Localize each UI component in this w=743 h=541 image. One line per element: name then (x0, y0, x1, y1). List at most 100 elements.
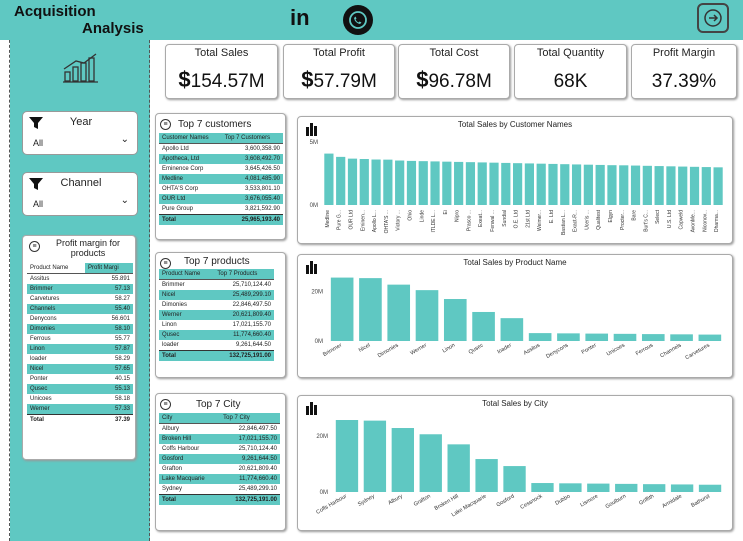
x-tick-label: Linon (442, 343, 457, 355)
menu-icon[interactable]: ≡ (160, 258, 171, 269)
table-row[interactable]: Pure Group 3,821,592.90 (159, 204, 283, 215)
bar (524, 163, 534, 205)
bar (615, 483, 638, 492)
bar-chart-icon (306, 261, 317, 274)
icon-bar (306, 406, 309, 415)
table-row[interactable]: Coffs Harbour 25,710,124.40 (159, 444, 280, 454)
bar (406, 160, 417, 205)
bar (443, 299, 467, 341)
column-header[interactable]: Top 7 Customers (221, 133, 283, 144)
table-row[interactable]: Apollo Ltd 3,600,358.90 (159, 144, 283, 155)
chevron-down-icon[interactable]: ⌄ (121, 195, 129, 206)
table-row[interactable]: Sydney 25,489,299.10 (159, 484, 280, 495)
top-city-card: ≡ Top 7 City City Top 7 City Albury 22,846,… (155, 393, 286, 531)
bar (391, 428, 414, 492)
table-row[interactable]: Nicel 25,489,299.10 (159, 290, 274, 300)
row-value: 4,081,485.90 (221, 174, 283, 184)
table-row[interactable]: Nicel 57.65 (27, 364, 133, 374)
row-value: 57.33 (85, 404, 133, 415)
kpi-total-profit: Total Profit $57.79M (283, 44, 395, 99)
whatsapp-icon[interactable] (343, 5, 373, 35)
bar (698, 334, 722, 341)
chevron-down-icon[interactable]: ⌄ (121, 134, 129, 145)
table-row[interactable]: Ponter 40.15 (27, 374, 133, 384)
slicer-value[interactable]: All (33, 199, 43, 209)
column-header[interactable]: Top 7 Products (214, 269, 274, 280)
row-label: Carvetures (30, 296, 60, 302)
sales-by-product-chart: Total Sales by Product Name 20M 0M Brimmer N… (297, 254, 733, 378)
sales-by-city-chart: Total Sales by City 20M 0M Coffs Harbour Syd… (297, 395, 733, 531)
table-row[interactable]: OHTA'S Corp 3,533,801.10 (159, 184, 283, 194)
x-tick-label: Sundial (502, 210, 508, 227)
table-row[interactable]: Denycons 56.601 (27, 314, 133, 324)
x-tick-label: Goulburn (605, 494, 628, 511)
table-row[interactable]: Dimonies 58.10 (27, 324, 133, 334)
column-header[interactable]: Product Name (27, 263, 86, 274)
table-row[interactable]: Eminence Corp 3,645,426.50 (159, 164, 283, 174)
y-tick-label: 20M (316, 434, 328, 440)
channel-slicer[interactable]: Channel All ⌄ (22, 172, 138, 216)
table-row[interactable]: Grafton 20,621,809.40 (159, 464, 280, 474)
column-header[interactable]: Product Name (159, 269, 215, 280)
bar (371, 159, 381, 205)
table-row[interactable]: Assitus 55.891 (27, 274, 133, 285)
row-value: 58.27 (114, 296, 130, 302)
bar (465, 162, 476, 205)
row-label: Pure Group (162, 206, 194, 212)
table-row[interactable]: Dimonies 22,846,497.50 (159, 300, 274, 310)
table-row[interactable]: Linon 17,021,155.70 (159, 320, 274, 330)
column-header[interactable]: Profit Margi (85, 263, 133, 274)
x-tick-label: loader (497, 342, 513, 355)
slicer-value[interactable]: All (33, 138, 43, 148)
table-row[interactable]: Qusec 55.13 (27, 384, 133, 394)
table-row[interactable]: Broken Hill 17,021,155.70 (159, 434, 280, 444)
table-row[interactable]: Qusec 11,774,660.40 (159, 330, 274, 340)
table-row[interactable]: Channels 55.40 (27, 304, 133, 314)
bar (698, 484, 722, 492)
table-row[interactable]: Medline 4,081,485.90 (159, 174, 283, 184)
kpi-label: Total Sales (194, 47, 249, 59)
row-label: Medline (159, 174, 222, 184)
row-label: Apollo Ltd (162, 146, 189, 152)
table-row[interactable]: Unicoes 58.18 (27, 394, 133, 404)
total-label: Total (159, 494, 221, 505)
table-row[interactable]: Gosford 9,261,644.50 (159, 454, 280, 464)
table-row[interactable]: loader 9,261,644.50 (159, 340, 274, 351)
x-tick-label: Griffith (638, 494, 655, 507)
bar (595, 164, 605, 205)
x-tick-label: 21st Ltd (525, 210, 531, 228)
kpi-total-cost: Total Cost $96.78M (398, 44, 510, 99)
table-row[interactable]: Werner 57.33 (27, 404, 133, 415)
row-value: 58.10 (85, 324, 133, 334)
table-row[interactable]: Ferrous 55.77 (27, 334, 133, 344)
arrow-right-icon[interactable] (697, 3, 729, 33)
linkedin-icon[interactable]: in (290, 5, 310, 31)
menu-icon[interactable]: ≡ (160, 119, 171, 130)
x-tick-label: Apollo L... (372, 210, 378, 232)
table-row[interactable]: Linon 57.87 (27, 344, 133, 354)
bar (678, 166, 688, 205)
row-label: OHTA'S Corp (162, 186, 199, 192)
kpi-value: 37.39% (651, 71, 717, 92)
menu-icon[interactable]: ≡ (160, 399, 171, 410)
x-tick-label: Unicoes (606, 342, 626, 357)
column-header[interactable]: City (159, 413, 221, 424)
column-header[interactable]: Top 7 City (220, 413, 280, 424)
table-row[interactable]: Brimmer 57.13 (27, 284, 133, 294)
table-row[interactable]: Carvetures 58.27 (27, 294, 133, 304)
year-slicer[interactable]: Year All ⌄ (22, 111, 138, 155)
table-row[interactable]: Albury 22,846,497.50 (159, 424, 280, 435)
kpi-value: 68K (553, 71, 588, 92)
table-row[interactable]: loader 58.29 (27, 354, 133, 364)
bar (442, 161, 452, 205)
table-row[interactable]: Apotheca, Ltd 3,608,492.70 (159, 154, 283, 164)
table-row[interactable]: Werner 20,621,809.40 (159, 310, 274, 320)
row-value: 57.87 (85, 344, 133, 354)
table-row[interactable]: Brimmer 25,710,124.40 (159, 280, 274, 291)
bar (501, 162, 511, 205)
y-tick-label: 20M (311, 290, 323, 296)
table-row[interactable]: Lake Macquarie 11,774,660.40 (159, 474, 280, 484)
table-row[interactable]: OUR Ltd 3,676,055.40 (159, 194, 283, 204)
menu-icon[interactable]: ≡ (29, 241, 40, 252)
column-header[interactable]: Customer Names (159, 133, 222, 144)
